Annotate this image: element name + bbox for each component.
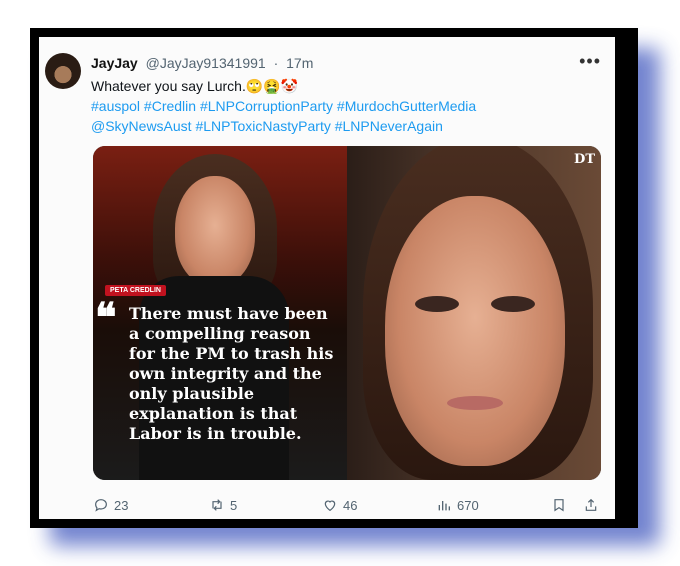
hashtags-line-2[interactable]: @SkyNewsAust #LNPToxicNastyParty #LNPNev… — [91, 116, 476, 136]
separator: · — [273, 55, 279, 71]
left-eye — [415, 296, 459, 312]
share-icon — [585, 498, 597, 511]
quote-mark: ❝ — [95, 294, 117, 341]
emoji-group: 🙄🤮🤡 — [245, 78, 299, 94]
bookmark-icon — [554, 499, 564, 512]
like-count: 46 — [343, 497, 358, 513]
tweet-card[interactable]: JayJay @JayJay91341991 · 17m ••• Whateve… — [39, 37, 615, 519]
heart-icon — [324, 500, 336, 512]
tweet-header: JayJay @JayJay91341991 · 17m — [91, 55, 313, 71]
reply-count: 23 — [114, 497, 129, 513]
bookmark-button[interactable] — [551, 497, 567, 513]
tweet-media[interactable]: PETA CREDLIN ❝ There must have been a co… — [93, 146, 601, 480]
action-bar: 23 5 46 670 — [93, 497, 601, 517]
timestamp[interactable]: 17m — [286, 55, 313, 71]
retweet-button[interactable]: 5 — [209, 497, 237, 513]
ellipsis-icon[interactable]: ••• — [579, 51, 601, 72]
hashtags-line-1[interactable]: #auspol #Credlin #LNPCorruptionParty #Mu… — [91, 96, 476, 116]
right-eye — [491, 296, 535, 312]
comment-icon — [95, 499, 107, 512]
media-left-panel: PETA CREDLIN ❝ There must have been a co… — [93, 146, 347, 480]
face-shape-left — [175, 176, 255, 286]
mouth — [447, 396, 503, 410]
tweet-text: Whatever you say Lurch.🙄🤮🤡 #auspol #Cred… — [91, 76, 476, 136]
views-button[interactable]: 670 — [436, 497, 479, 513]
retweet-icon — [212, 499, 222, 511]
reply-button[interactable]: 23 — [93, 497, 128, 513]
quote-text: There must have been a compelling reason… — [129, 304, 334, 443]
bar-chart-icon — [438, 501, 450, 511]
retweet-count: 5 — [230, 497, 238, 513]
face-shape-right — [385, 196, 565, 466]
view-count: 670 — [457, 497, 479, 513]
tweet-body: Whatever you say Lurch. — [91, 78, 246, 94]
share-button[interactable] — [583, 497, 599, 513]
dt-logo: DT — [574, 152, 595, 167]
display-name[interactable]: JayJay — [91, 55, 138, 71]
like-button[interactable]: 46 — [322, 497, 357, 513]
media-right-panel: DT — [347, 146, 601, 480]
user-handle[interactable]: @JayJay91341991 — [146, 55, 266, 71]
avatar[interactable] — [45, 53, 81, 89]
